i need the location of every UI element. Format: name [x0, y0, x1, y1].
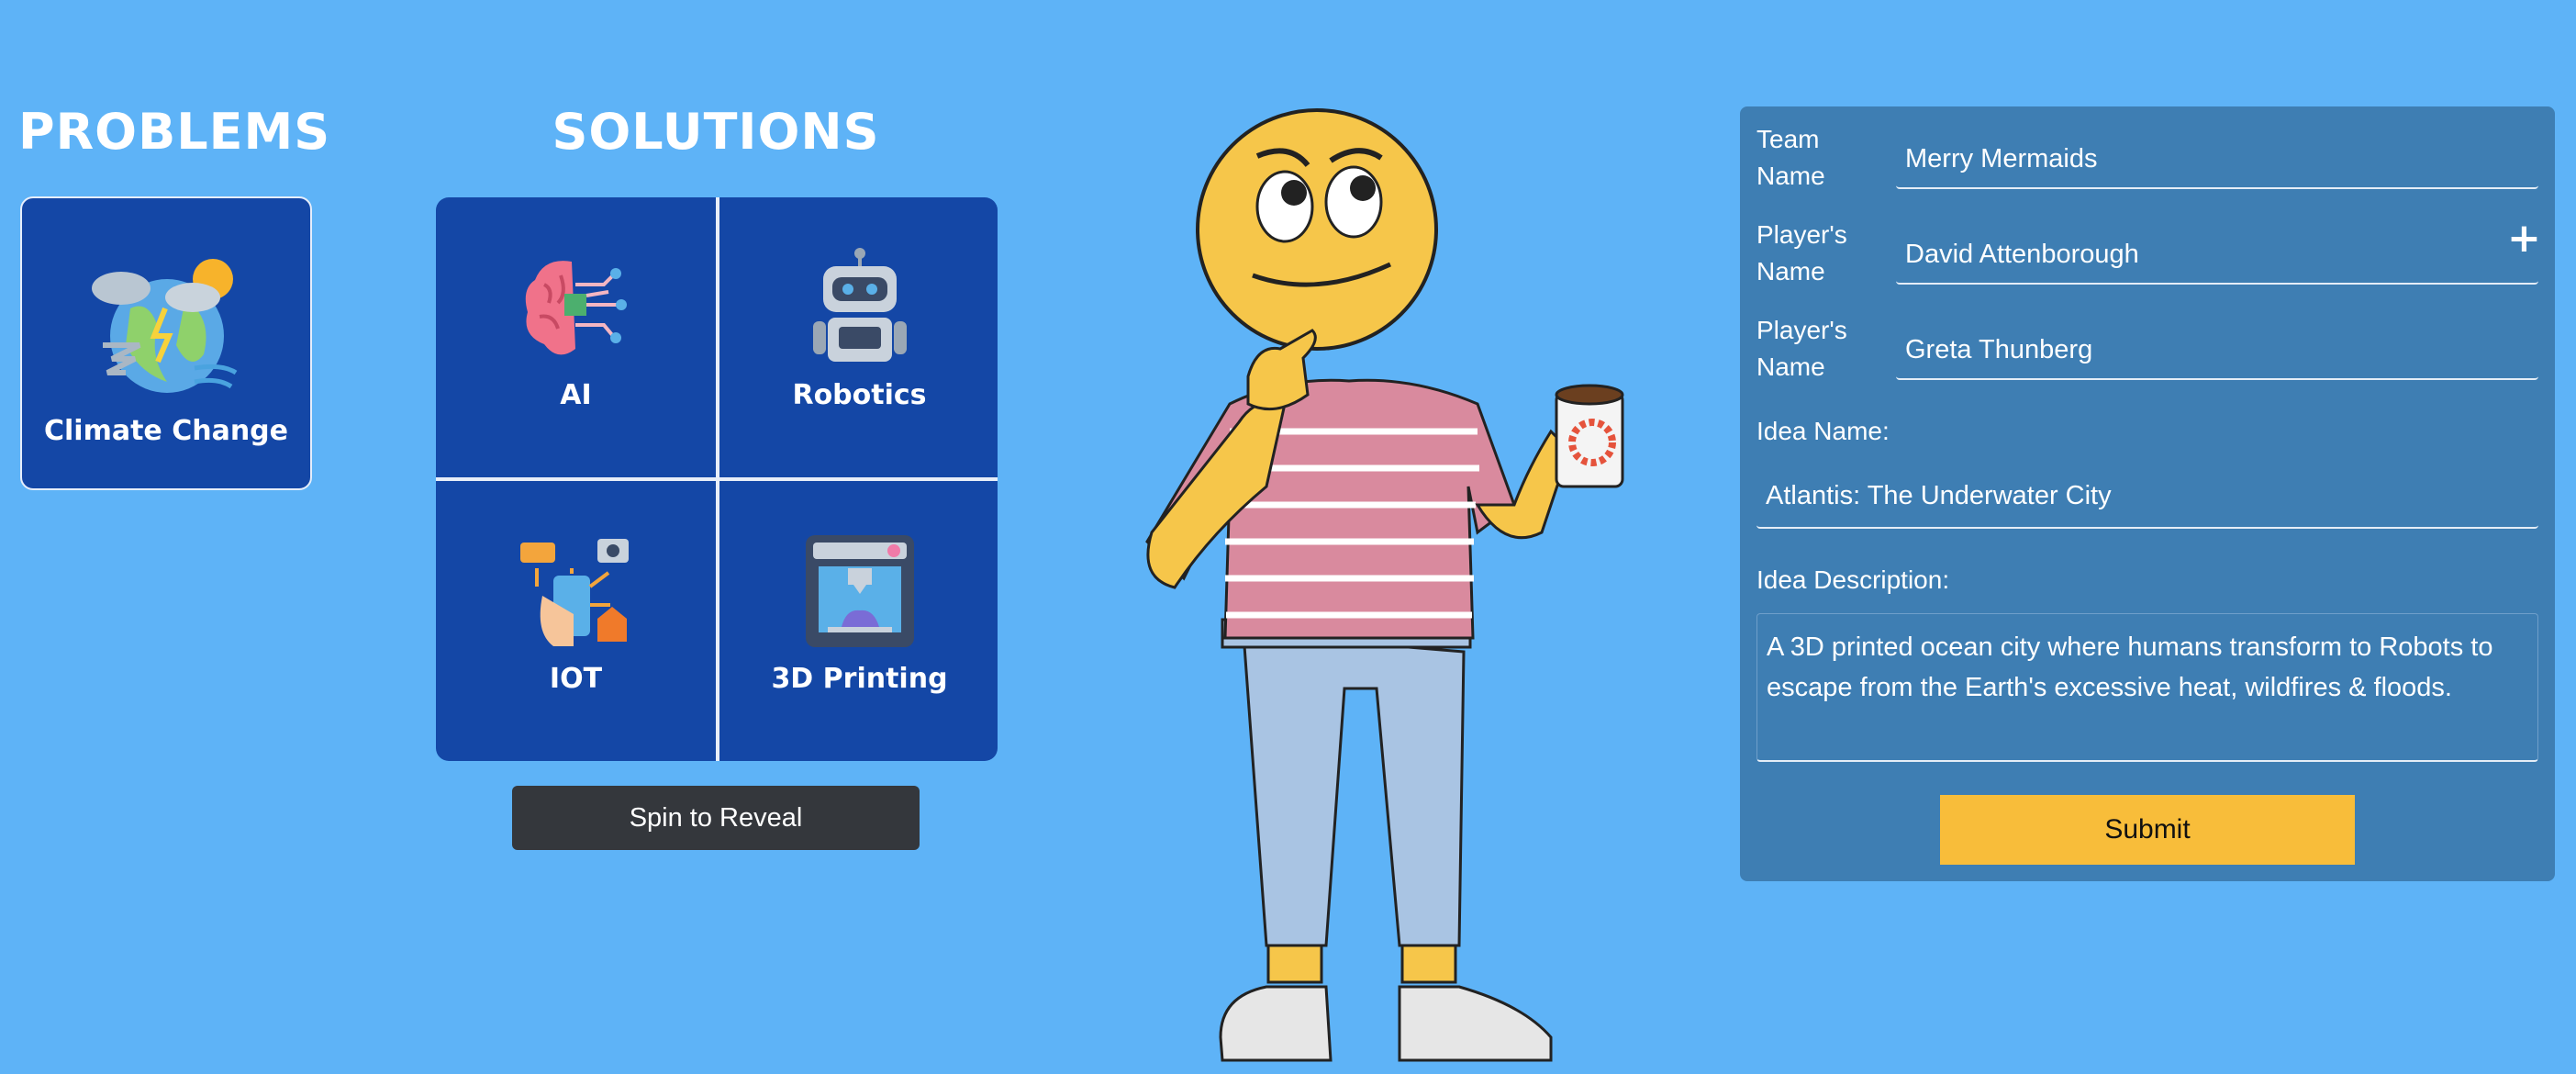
solution-card-iot[interactable]: IOT	[436, 481, 716, 761]
spin-to-reveal-button[interactable]: Spin to Reveal	[512, 786, 920, 850]
solutions-grid: AI Robotics IOT 3D Printing	[436, 197, 998, 761]
player1-name-input[interactable]	[1896, 226, 2538, 285]
idea-name-label: Idea Name:	[1756, 417, 1890, 445]
team-name-label-text: Team Name	[1756, 125, 1825, 190]
team-submission-form: Team Name Player's Name + Player's Name …	[1740, 106, 2555, 881]
submit-button[interactable]: Submit	[1940, 795, 2355, 865]
thinking-mascot-image	[1145, 108, 1624, 1062]
3d-printer-icon	[806, 535, 914, 647]
add-player-icon[interactable]: +	[2507, 217, 2541, 261]
player2-name-label-text: Player's Name	[1756, 316, 1847, 381]
team-name-input[interactable]	[1896, 130, 2538, 189]
player1-name-label-text: Player's Name	[1756, 220, 1847, 285]
robot-icon	[813, 248, 907, 362]
idea-name-input[interactable]	[1756, 464, 2538, 529]
solution-card-robotics[interactable]: Robotics	[719, 197, 998, 477]
solution-label-iot: IOT	[549, 663, 603, 695]
player2-name-label: Player's Name	[1756, 312, 1847, 386]
solution-card-ai[interactable]: AI	[436, 197, 716, 477]
solution-card-3d-printing[interactable]: 3D Printing	[719, 481, 998, 761]
idea-description-textarea[interactable]: A 3D printed ocean city where humans tra…	[1756, 613, 2538, 762]
player1-name-label: Player's Name	[1756, 217, 1847, 290]
problems-heading: PROBLEMS	[18, 103, 331, 161]
solution-label-robotics: Robotics	[792, 379, 927, 411]
idea-description-label: Idea Description:	[1756, 565, 1950, 594]
solution-label-3d-printing: 3D Printing	[771, 663, 948, 695]
climate-change-icon	[92, 259, 238, 393]
solutions-heading: SOLUTIONS	[552, 103, 880, 161]
problem-label: Climate Change	[43, 415, 288, 447]
team-name-label: Team Name	[1756, 121, 1825, 195]
brain-circuit-icon	[525, 261, 627, 355]
problem-card-climate-change[interactable]: Climate Change	[20, 196, 312, 490]
grid-divider-horizontal	[436, 477, 998, 481]
player2-name-input[interactable]	[1896, 321, 2538, 380]
iot-devices-icon	[520, 539, 629, 646]
solution-label-ai: AI	[560, 379, 592, 411]
